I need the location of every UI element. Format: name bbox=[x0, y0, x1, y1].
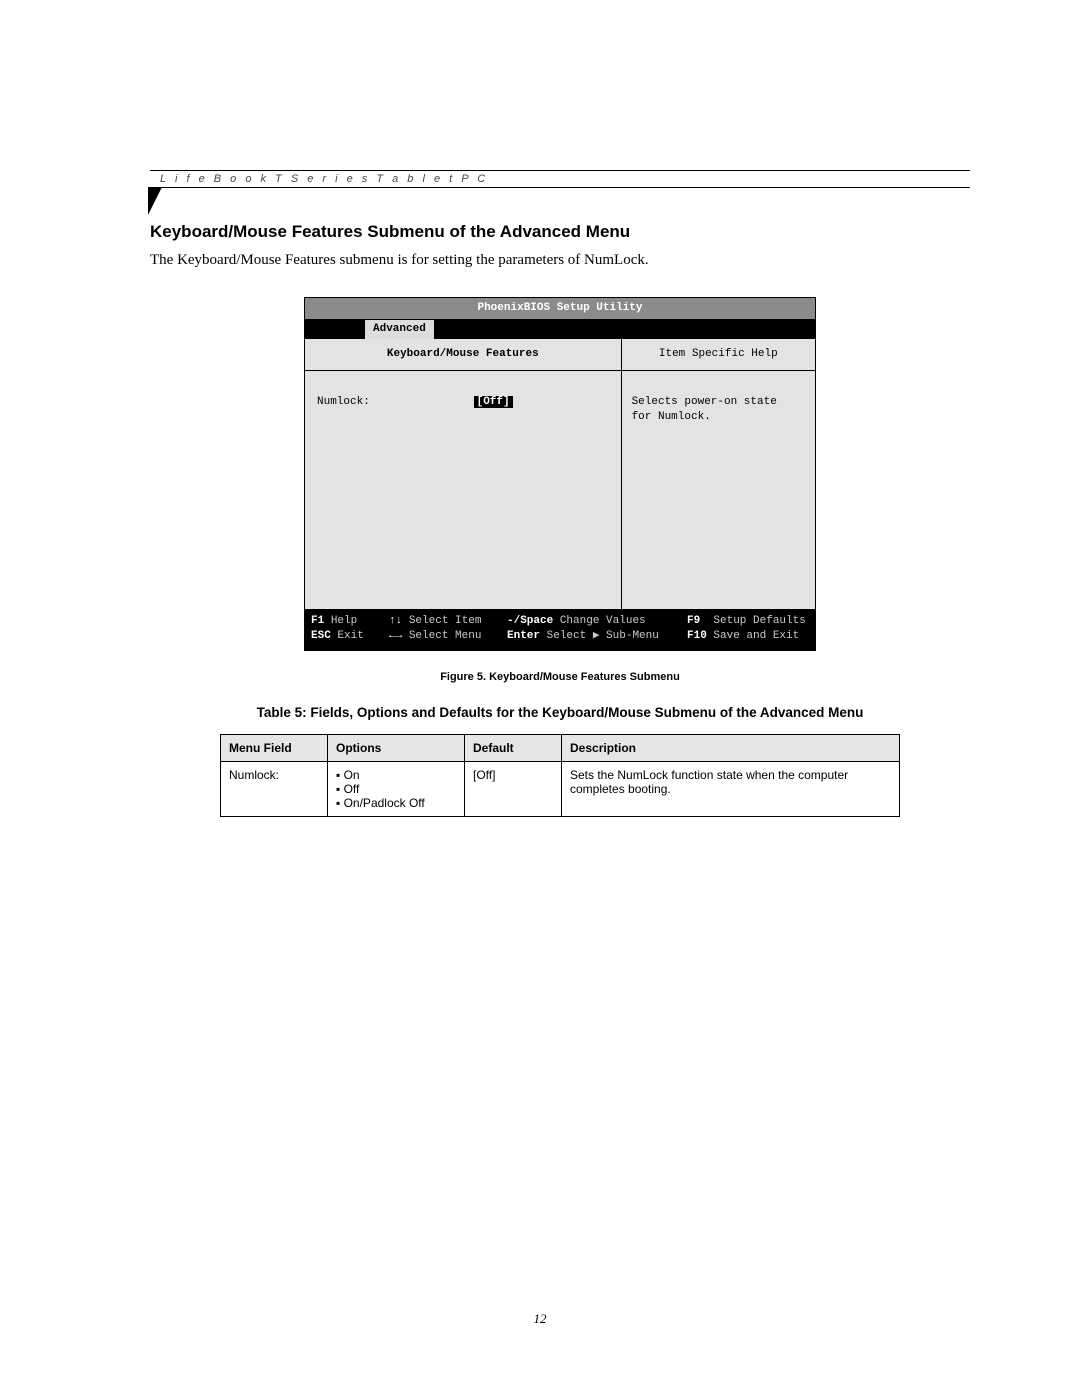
cell-default: [Off] bbox=[465, 761, 562, 816]
page-number: 12 bbox=[0, 1311, 1080, 1327]
key-f1-label: Help bbox=[331, 615, 357, 627]
key-space: -/Space bbox=[507, 615, 553, 627]
fields-table: Menu Field Options Default Description N… bbox=[220, 734, 900, 817]
key-f9: F9 bbox=[687, 615, 700, 627]
key-change-values-label: Change Values bbox=[560, 615, 646, 627]
key-select-menu-label: Select Menu bbox=[409, 630, 482, 642]
bios-field-numlock[interactable]: Numlock: [Off] bbox=[317, 395, 609, 410]
cell-description: Sets the NumLock function state when the… bbox=[562, 761, 900, 816]
bios-help-line: for Numlock. bbox=[632, 410, 805, 425]
bios-field-label: Numlock: bbox=[317, 395, 467, 410]
cell-menu-field: Numlock: bbox=[221, 761, 328, 816]
col-description: Description bbox=[562, 734, 900, 761]
table-row: Numlock: On Off On/Padlock Off [Off] Set… bbox=[221, 761, 900, 816]
section-title: Keyboard/Mouse Features Submenu of the A… bbox=[150, 222, 970, 242]
key-f9-label: Setup Defaults bbox=[713, 615, 805, 627]
option-item: On/Padlock Off bbox=[336, 796, 456, 810]
key-select-item-label: Select Item bbox=[409, 615, 482, 627]
section-body: The Keyboard/Mouse Features submenu is f… bbox=[150, 252, 970, 269]
col-options: Options bbox=[328, 734, 465, 761]
bios-help-line: Selects power-on state bbox=[632, 395, 805, 410]
bios-field-value[interactable]: [Off] bbox=[474, 396, 513, 408]
arrows-leftright-icon: ←→ bbox=[389, 630, 402, 642]
key-submenu-label: Select ▶ Sub-Menu bbox=[547, 630, 659, 642]
col-default: Default bbox=[465, 734, 562, 761]
option-item: Off bbox=[336, 782, 456, 796]
bios-tab-advanced[interactable]: Advanced bbox=[365, 320, 434, 339]
header-product: L i f e B o o k T S e r i e s T a b l e … bbox=[150, 173, 970, 187]
bios-help-text: Selects power-on state for Numlock. bbox=[622, 371, 815, 449]
bios-window: PhoenixBIOS Setup Utility Advanced Keybo… bbox=[304, 297, 816, 651]
key-f10: F10 bbox=[687, 630, 707, 642]
col-menu-field: Menu Field bbox=[221, 734, 328, 761]
key-esc-label: Exit bbox=[337, 630, 363, 642]
bios-submenu-title: Keyboard/Mouse Features bbox=[305, 339, 621, 371]
key-f1: F1 bbox=[311, 615, 324, 627]
bios-menubar: Advanced bbox=[305, 320, 815, 338]
bios-title: PhoenixBIOS Setup Utility bbox=[305, 298, 815, 320]
table-title: Table 5: Fields, Options and Defaults fo… bbox=[150, 705, 970, 720]
key-esc: ESC bbox=[311, 630, 331, 642]
bios-help-header: Item Specific Help bbox=[622, 339, 815, 371]
key-enter: Enter bbox=[507, 630, 540, 642]
option-item: On bbox=[336, 768, 456, 782]
key-f10-label: Save and Exit bbox=[713, 630, 799, 642]
bios-footer: F1 Help ↑↓ Select Item -/Space Change Va… bbox=[305, 610, 815, 650]
arrows-updown-icon: ↑↓ bbox=[389, 615, 402, 627]
cell-options: On Off On/Padlock Off bbox=[328, 761, 465, 816]
figure-caption: Figure 5. Keyboard/Mouse Features Submen… bbox=[150, 671, 970, 683]
table-header-row: Menu Field Options Default Description bbox=[221, 734, 900, 761]
header-wedge-icon bbox=[148, 187, 162, 215]
